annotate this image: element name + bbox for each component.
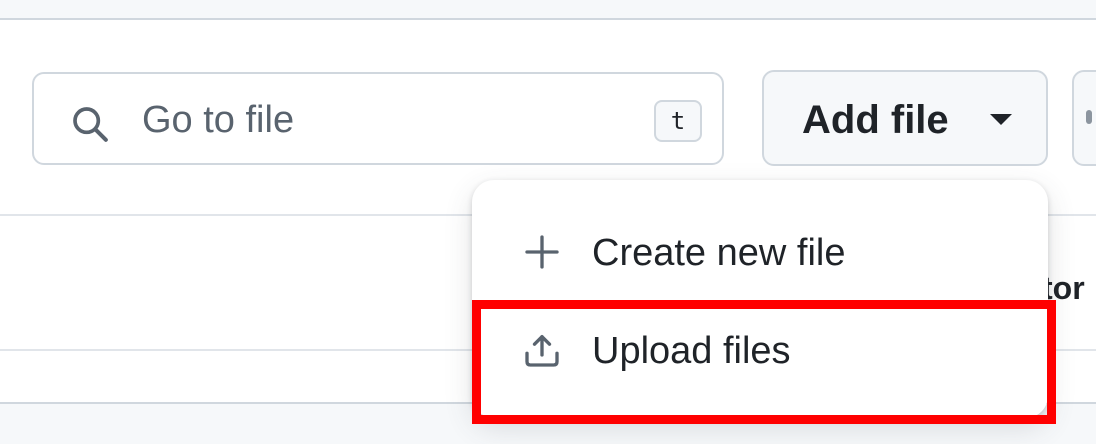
code-button-partial[interactable] — [1072, 70, 1096, 166]
partial-header-text: tor — [1042, 270, 1085, 306]
search-input[interactable] — [142, 94, 642, 146]
plus-icon — [525, 235, 559, 269]
triangle-down-icon — [990, 114, 1012, 125]
create-new-file-menu-item[interactable]: Create new file — [472, 206, 1048, 302]
add-file-button[interactable]: Add file — [762, 70, 1048, 166]
create-new-file-label: Create new file — [592, 232, 846, 274]
keyboard-shortcut-hint: t — [654, 100, 702, 142]
search-icon — [73, 107, 108, 142]
repository-file-toolbar-page: t Add file tor Create new file Upload fi… — [0, 0, 1096, 444]
upload-files-menu-item[interactable]: Upload files — [472, 304, 1048, 400]
partial-button-icon — [1086, 110, 1092, 124]
go-to-file-search[interactable]: t — [32, 72, 724, 165]
upload-icon — [525, 335, 559, 367]
upload-files-label: Upload files — [592, 330, 791, 372]
add-file-dropdown-menu: Create new file Upload files — [472, 180, 1048, 418]
top-header-strip — [0, 0, 1096, 20]
add-file-button-label: Add file — [802, 98, 949, 142]
